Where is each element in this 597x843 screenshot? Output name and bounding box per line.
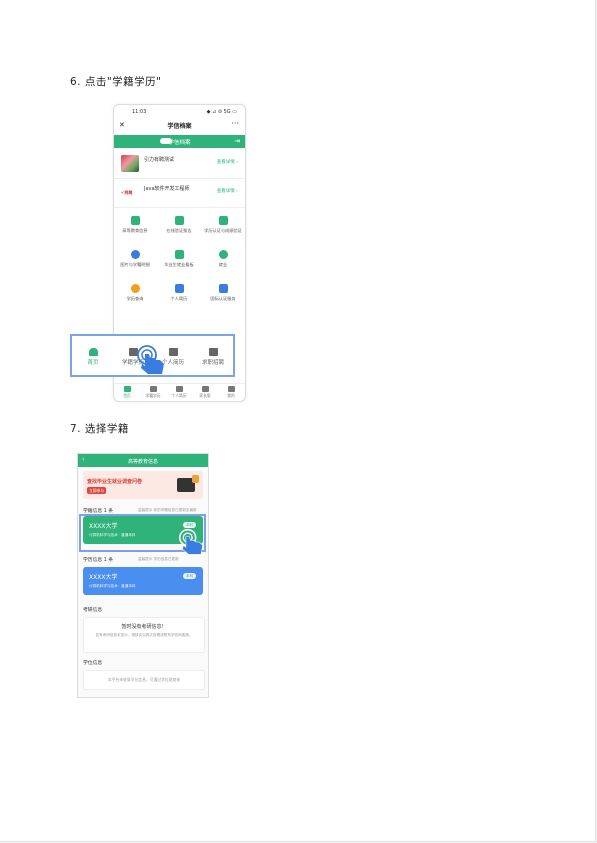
grid-item[interactable]: 在线验证报告 <box>158 216 200 233</box>
mini-program-nav: ✕ 学信档案 ··· <box>114 119 245 131</box>
tab-home[interactable]: 首页 <box>114 386 140 399</box>
grid-item-label: 高等教育信息 <box>122 228 148 233</box>
list-item[interactable]: ✔岗聘 Java软件开发工程师 查看详情 › <box>114 179 245 208</box>
tab-label: 个人简历 <box>171 393 187 398</box>
grid-item[interactable]: 就业 <box>202 250 244 267</box>
home-icon <box>88 348 98 356</box>
grid-item[interactable]: 图片与学籍明细 <box>114 250 156 267</box>
shield-icon <box>174 216 184 225</box>
list-item[interactable]: 引力有聘测试 查看详情 › <box>114 150 245 179</box>
status-bar: 11:03 ◆ ⊿ ⊘ 5G ▭ <box>114 105 245 118</box>
tab-parent[interactable]: 家长版 <box>192 386 218 399</box>
list-item-text: Java软件开发工程师 <box>144 186 190 192</box>
coin-icon <box>130 284 140 293</box>
grid-item[interactable]: 学历查询 <box>114 284 156 301</box>
page-title: 高等教育信息 <box>127 459 158 465</box>
tab-label: 首页 <box>87 360 99 366</box>
list-item-text: 引力有聘测试 <box>144 157 175 163</box>
tap-hand-icon <box>137 345 164 374</box>
nav-title: 学信档案 <box>167 123 192 130</box>
banner-text: 查找毕业生就业调查问卷 <box>87 479 143 485</box>
section-kaoyan-title: 考研信息 <box>83 608 103 613</box>
degree-badge: 本科 <box>182 573 196 579</box>
banner-title: 学信档案 <box>168 140 191 146</box>
globe-icon <box>130 250 140 259</box>
grid-item-label: 就业 <box>218 262 228 267</box>
xueli-card[interactable]: XXXX大学 计算机科学与技术 · 普通本科 本科 <box>83 567 203 595</box>
xuewei-desc: 本平台未收录学位信息，可通过学位网查询 <box>107 677 181 682</box>
tab-resume[interactable]: 个人简历 <box>166 386 192 399</box>
user-icon <box>174 250 184 259</box>
banner-button[interactable]: 立即参与 <box>87 487 107 494</box>
major-info: 计算机科学与技术 · 普通本科 <box>89 584 136 588</box>
tab-label: 学籍学历 <box>145 393 161 398</box>
grid-item-label: 个人简历 <box>170 296 188 301</box>
step-7-title: 7. 选择学籍 <box>70 423 129 435</box>
phone-screenshot-higher-edu-info: ‹ 高等教育信息 查找毕业生就业调查问卷 立即参与 学籍信息 1 条 温馨提示 … <box>77 453 209 698</box>
thumbnail-image <box>121 155 139 172</box>
grid-item[interactable]: 个人简历 <box>158 284 200 301</box>
section-xueji-title: 学籍信息 1 条 <box>83 509 114 514</box>
grid-item-label: 图片与学籍明细 <box>120 262 150 267</box>
section-xueli-title: 学历信息 1 条 <box>83 558 114 563</box>
kaoyan-empty-title: 暂时没有考研信息！ <box>121 624 167 630</box>
step-6-title: 6. 点击"学籍学历" <box>70 76 162 88</box>
briefcase-icon <box>201 386 209 392</box>
survey-banner[interactable]: 查找毕业生就业调查问卷 立即参与 <box>83 471 203 499</box>
grid-item-label: 国际认证服务 <box>210 296 236 301</box>
tab-label: 求职招聘 <box>201 360 224 366</box>
tab-me[interactable]: 我的 <box>218 386 244 399</box>
bottom-tab-bar: 首页 学籍学历 个人简历 家长版 我的 <box>114 383 245 401</box>
green-banner: 学信档案 ⇥ <box>114 135 245 148</box>
grid-item[interactable]: 学历认证与成绩验证 <box>202 216 244 233</box>
person-icon <box>130 216 140 225</box>
page-header: ‹ 高等教育信息 <box>78 454 208 467</box>
tab-xueji[interactable]: 学籍学历 <box>140 386 166 399</box>
status-time: 11:03 <box>132 109 147 115</box>
company-logo: ✔岗聘 <box>121 190 133 195</box>
kaoyan-empty-box: 暂时没有考研信息！ 如有考研信息未显示，请核实后再次查看或联系学信网客服。 <box>83 617 205 653</box>
tab-label: 我的 <box>227 393 235 398</box>
section-xueji-note: 温馨提示 你的学籍信息已更新至最新 <box>138 508 197 512</box>
grid-item[interactable]: 毕业生就业看板 <box>158 250 200 267</box>
view-details-link[interactable]: 查看详情 › <box>217 188 238 194</box>
graduation-cap-icon <box>149 386 157 392</box>
clipboard-icon <box>175 386 183 392</box>
status-icons: ◆ ⊿ ⊘ 5G ▭ <box>206 109 237 115</box>
briefcase-icon <box>208 348 218 356</box>
decoration-illustration <box>192 475 199 483</box>
person-icon <box>227 386 235 392</box>
section-xueli-note: 温馨提示 学历信息已更新 <box>138 557 179 561</box>
view-details-link[interactable]: 查看详情 › <box>217 159 238 165</box>
chat-icon <box>218 250 228 259</box>
school-name: XXXX大学 <box>89 574 118 581</box>
exit-icon[interactable]: ⇥ <box>234 137 240 145</box>
clipboard-icon <box>174 284 184 293</box>
home-icon <box>123 386 131 392</box>
more-icon[interactable]: ··· <box>231 119 239 128</box>
tap-hand-icon <box>178 528 203 555</box>
grid-item[interactable]: 高等教育信息 <box>114 216 156 233</box>
id-card-icon <box>218 216 228 225</box>
zoom-tab-home[interactable]: 首页 <box>74 348 112 366</box>
badge-icon <box>218 284 228 293</box>
grid-item[interactable]: 国际认证服务 <box>202 284 244 301</box>
kaoyan-empty-desc: 如有考研信息未显示，请核实后再次查看或联系学信网客服。 <box>95 633 193 637</box>
grid-item-label: 学历查询 <box>126 296 144 301</box>
grid-item-label: 学历认证与成绩验证 <box>204 228 242 233</box>
document-page: 6. 点击"学籍学历" 11:03 ◆ ⊿ ⊘ 5G ▭ ✕ 学信档案 ··· … <box>0 0 596 842</box>
grid-item-label: 毕业生就业看板 <box>164 262 194 267</box>
tab-label: 家长版 <box>199 393 211 398</box>
tab-label: 首页 <box>123 393 131 398</box>
grid-item-label: 在线验证报告 <box>166 228 192 233</box>
section-xuewei-title: 学位信息 <box>83 661 103 666</box>
xuewei-box: 本平台未收录学位信息，可通过学位网查询 <box>83 670 205 690</box>
zoom-tab-jobs[interactable]: 求职招聘 <box>194 348 232 366</box>
